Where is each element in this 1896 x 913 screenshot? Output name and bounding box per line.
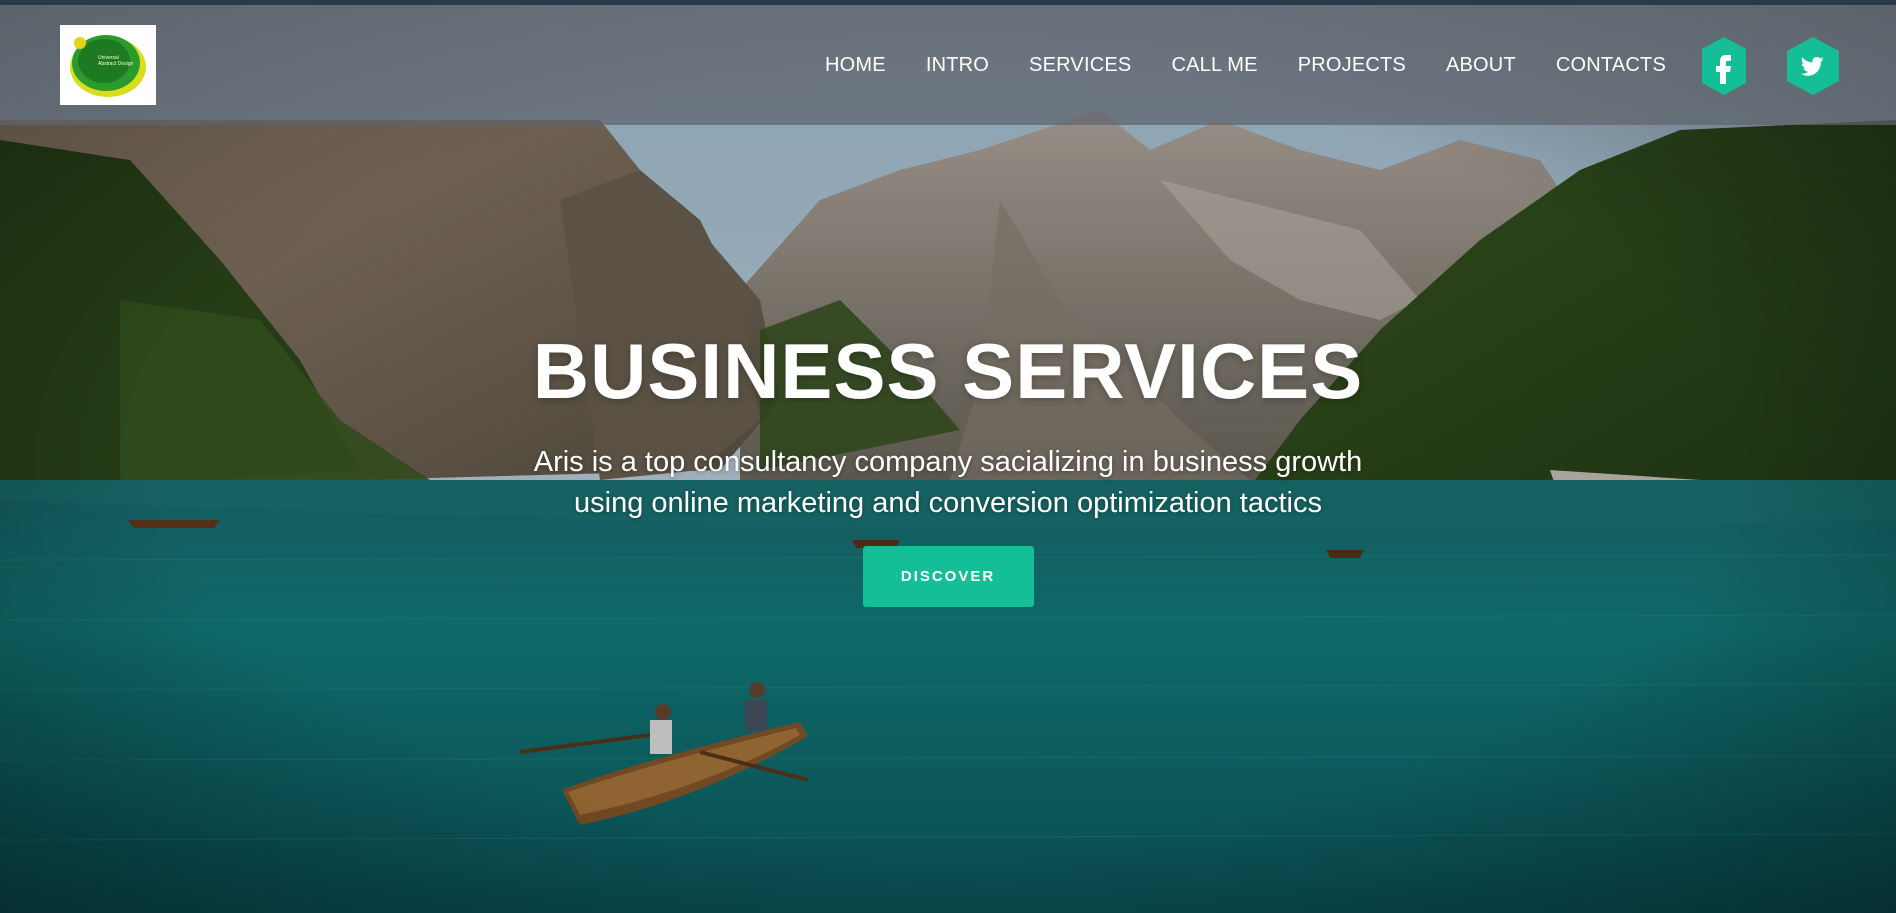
hero-subtitle-line-1: Aris is a top consultancy company sacial… xyxy=(533,446,1363,478)
twitter-icon xyxy=(1787,37,1839,95)
logo-text: Universal Abstract Design xyxy=(98,55,134,67)
facebook-button[interactable] xyxy=(1702,37,1746,95)
nav-home[interactable]: HOME xyxy=(825,54,886,77)
hero-subtitle: Aris is a top consultancy company sacial… xyxy=(468,442,1428,524)
navbar: Universal Abstract Design HOME INTRO SER… xyxy=(0,5,1896,125)
top-border-line xyxy=(0,0,1896,5)
nav-intro[interactable]: INTRO xyxy=(926,54,989,77)
main-navigation: HOME INTRO SERVICES CALL ME PROJECTS ABO… xyxy=(825,5,1666,125)
nav-about[interactable]: ABOUT xyxy=(1446,54,1516,77)
nav-call-me[interactable]: CALL ME xyxy=(1171,54,1257,77)
site-logo[interactable]: Universal Abstract Design xyxy=(60,25,156,105)
nav-projects[interactable]: PROJECTS xyxy=(1298,54,1406,77)
discover-button[interactable]: DISCOVER xyxy=(862,546,1034,607)
hero-section: Universal Abstract Design HOME INTRO SER… xyxy=(0,0,1896,913)
nav-contacts[interactable]: CONTACTS xyxy=(1556,54,1666,77)
hero-subtitle-line-2: using online marketing and conversion op… xyxy=(574,487,1322,519)
facebook-icon xyxy=(1702,37,1746,95)
hero-title: BUSINESS SERVICES xyxy=(532,327,1364,415)
nav-services[interactable]: SERVICES xyxy=(1029,54,1131,77)
twitter-button[interactable] xyxy=(1787,37,1839,95)
hero-content: BUSINESS SERVICES Aris is a top consulta… xyxy=(0,325,1896,607)
